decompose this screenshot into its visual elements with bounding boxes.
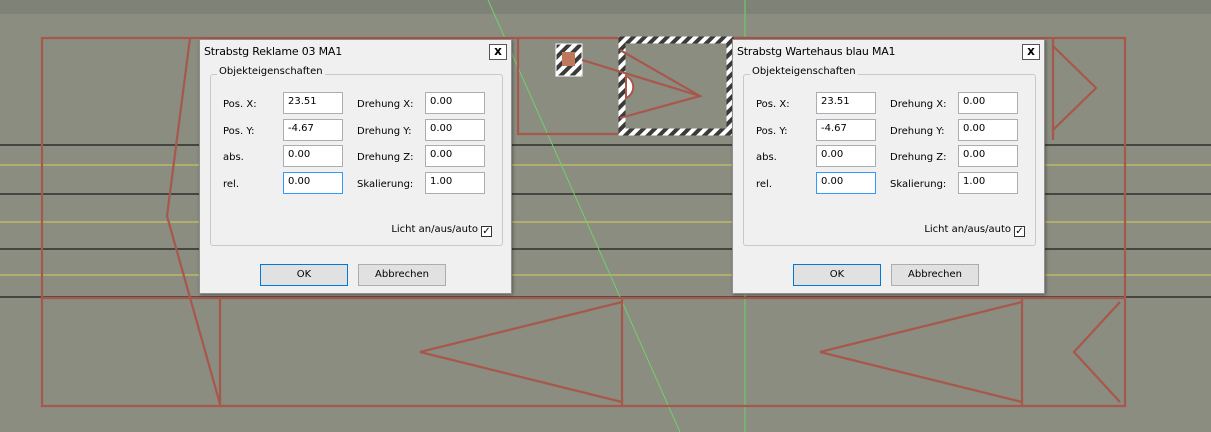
group-label: Objekteigenschaften [217,66,325,77]
ok-button[interactable]: OK [260,264,348,286]
dialog-title: Strabstg Wartehaus blau MA1 [737,45,896,58]
ok-button[interactable]: OK [793,264,881,286]
light-label: Licht an/aus/auto [924,224,1011,235]
rel-field[interactable]: 0.00 [816,172,876,194]
rel-label: rel. [756,179,773,190]
rel-label: rel. [223,179,240,190]
light-checkbox[interactable]: ✓ [481,226,492,237]
rot-x-field[interactable]: 0.00 [425,92,485,114]
pos-x-label: Pos. X: [756,99,790,110]
scale-label: Skalierung: [357,179,414,190]
rot-x-label: Drehung X: [890,99,947,110]
dialog-titlebar[interactable]: Strabstg Wartehaus blau MA1 x [733,40,1044,64]
scale-field[interactable]: 1.00 [425,172,485,194]
abs-field[interactable]: 0.00 [283,145,343,167]
pos-x-field[interactable]: 23.51 [283,92,343,114]
rot-y-field[interactable]: 0.00 [958,119,1018,141]
group-label: Objekteigenschaften [750,66,858,77]
close-icon[interactable]: x [1022,44,1040,60]
abs-label: abs. [756,152,777,163]
rot-y-label: Drehung Y: [890,126,945,137]
light-label: Licht an/aus/auto [391,224,478,235]
pos-x-label: Pos. X: [223,99,257,110]
rot-z-label: Drehung Z: [357,152,414,163]
object-properties-dialog-wartehaus: Strabstg Wartehaus blau MA1 x Objekteige… [732,39,1045,294]
rot-x-label: Drehung X: [357,99,414,110]
object-properties-dialog-reklame: Strabstg Reklame 03 MA1 x Objekteigensch… [199,39,512,294]
rot-x-field[interactable]: 0.00 [958,92,1018,114]
abs-label: abs. [223,152,244,163]
pos-y-label: Pos. Y: [756,126,788,137]
pos-y-field[interactable]: -4.67 [816,119,876,141]
dialog-title: Strabstg Reklame 03 MA1 [204,45,343,58]
pos-x-field[interactable]: 23.51 [816,92,876,114]
cancel-button[interactable]: Abbrechen [358,264,446,286]
dialog-titlebar[interactable]: Strabstg Reklame 03 MA1 x [200,40,511,64]
rot-z-label: Drehung Z: [890,152,947,163]
cancel-button[interactable]: Abbrechen [891,264,979,286]
rot-y-label: Drehung Y: [357,126,412,137]
scale-field[interactable]: 1.00 [958,172,1018,194]
light-option: Licht an/aus/auto ✓ [924,224,1025,237]
rel-field[interactable]: 0.00 [283,172,343,194]
scene-top-band [0,0,1211,14]
close-icon[interactable]: x [489,44,507,60]
light-option: Licht an/aus/auto ✓ [391,224,492,237]
rot-z-field[interactable]: 0.00 [958,145,1018,167]
abs-field[interactable]: 0.00 [816,145,876,167]
rot-z-field[interactable]: 0.00 [425,145,485,167]
scale-label: Skalierung: [890,179,947,190]
light-checkbox[interactable]: ✓ [1014,226,1025,237]
rot-y-field[interactable]: 0.00 [425,119,485,141]
pos-y-label: Pos. Y: [223,126,255,137]
pos-y-field[interactable]: -4.67 [283,119,343,141]
